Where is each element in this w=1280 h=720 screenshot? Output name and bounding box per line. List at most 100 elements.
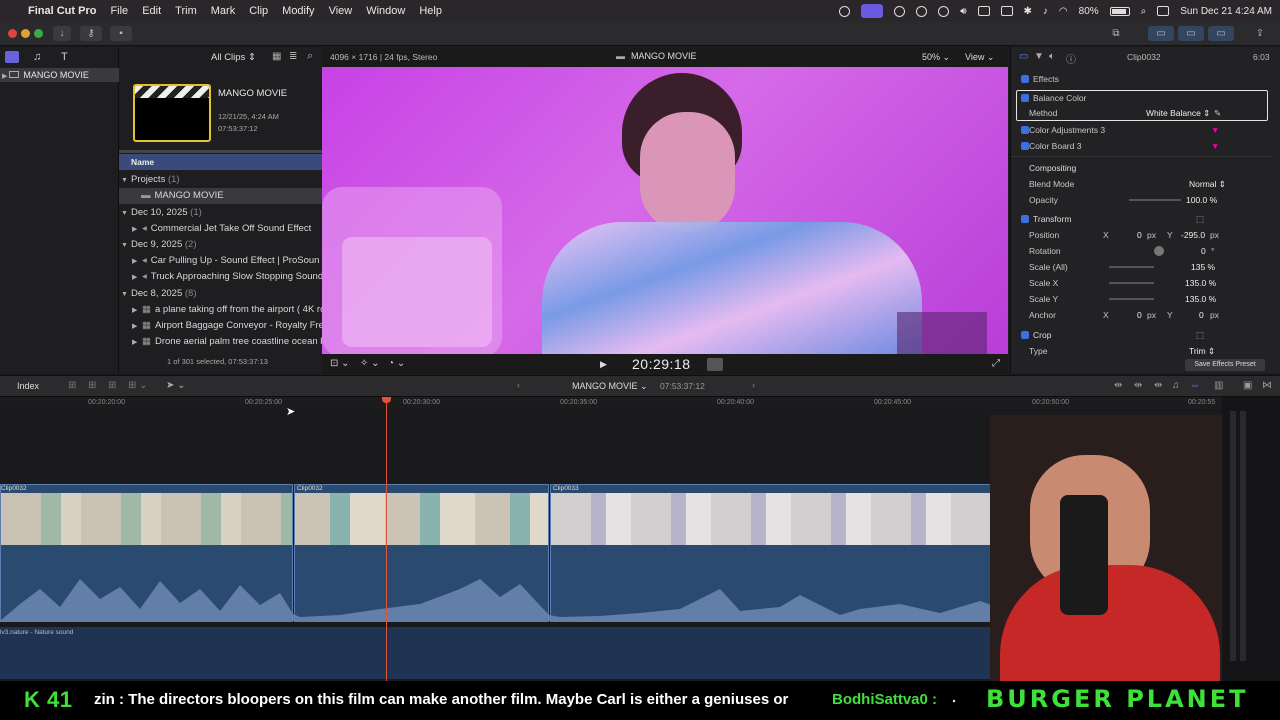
- blend-mode-dropdown[interactable]: Normal ⇕: [1189, 176, 1226, 192]
- enhance-icon[interactable]: ✧ ⌄: [360, 358, 380, 369]
- import-icon[interactable]: ↓: [53, 26, 71, 41]
- video-inspector-tab[interactable]: ▭: [1019, 51, 1028, 62]
- scale-all-value[interactable]: 135 %: [1191, 259, 1215, 275]
- search-icon[interactable]: ⌕: [307, 50, 313, 63]
- inspector-layout-icon[interactable]: ▭: [1208, 26, 1234, 41]
- save-effects-preset-button[interactable]: Save Effects Preset: [1185, 359, 1265, 371]
- audio-clip-nature[interactable]: lv3.nature - Nature sound: [0, 627, 1100, 679]
- message-icon[interactable]: [1000, 6, 1013, 16]
- connect-clip-icon[interactable]: ⊞: [68, 380, 76, 391]
- info-inspector-tab[interactable]: ⓘ: [1066, 51, 1076, 66]
- volume-icon[interactable]: 🔊︎: [960, 6, 966, 17]
- clip-filter-dropdown[interactable]: All Clips ⇕: [211, 52, 256, 63]
- opacity-slider[interactable]: [1129, 199, 1181, 201]
- anchor-y-value[interactable]: 0: [1199, 307, 1204, 323]
- screen-record-icon[interactable]: [861, 4, 884, 18]
- timeline-project-dropdown[interactable]: MANGO MOVIE ⌄: [572, 381, 648, 392]
- color-board-checkbox[interactable]: [1021, 142, 1029, 150]
- group-dec9[interactable]: ▼ Dec 9, 2025 (2): [119, 237, 322, 253]
- group-dec10[interactable]: ▼ Dec 10, 2025 (1): [119, 205, 322, 221]
- share-icon[interactable]: ⧉: [1106, 26, 1126, 41]
- menu-window[interactable]: Window: [366, 5, 405, 17]
- clip-appearance-icon[interactable]: ▥: [1214, 380, 1223, 391]
- next-history-icon[interactable]: ›: [752, 380, 755, 390]
- fullscreen-icon[interactable]: ⤢: [992, 358, 1000, 369]
- transitions-browser-icon[interactable]: ⋈: [1262, 380, 1272, 391]
- keyword-icon[interactable]: ⚷: [80, 26, 102, 41]
- balance-color-checkbox[interactable]: [1021, 94, 1029, 102]
- method-dropdown[interactable]: White Balance ⇕: [1146, 105, 1210, 121]
- menu-mark[interactable]: Mark: [211, 5, 235, 17]
- list-item[interactable]: ▶ ◂ Truck Approaching Slow Stopping Sound: [119, 269, 322, 285]
- zoom-window-button[interactable]: [34, 29, 43, 38]
- display-icon[interactable]: [977, 6, 990, 16]
- minimize-window-button[interactable]: [21, 29, 30, 38]
- list-item[interactable]: ▶ ▦ Drone aerial palm tree coastline ocean…: [119, 334, 322, 350]
- color-wheel-icon[interactable]: ▼: [1211, 122, 1219, 138]
- group-dec8[interactable]: ▼ Dec 8, 2025 (8): [119, 286, 322, 302]
- menu-file[interactable]: File: [110, 5, 128, 17]
- position-y-value[interactable]: -295.0: [1181, 227, 1205, 243]
- timeline-tracks[interactable]: Clip0032 Clip0032 Clip0033 lv3.nature - …: [0, 397, 1222, 681]
- battery-icon[interactable]: [1109, 6, 1130, 16]
- library-item[interactable]: ▶ MANGO MOVIE: [0, 68, 119, 82]
- list-view-icon[interactable]: ≣: [289, 51, 297, 62]
- compositing-header[interactable]: Compositing: [1011, 160, 1280, 176]
- crop-checkbox[interactable]: [1021, 331, 1029, 339]
- opacity-value[interactable]: 100.0 %: [1186, 192, 1217, 208]
- color-board-row[interactable]: Color Board 3 ▼: [1011, 138, 1280, 154]
- color-board-icon[interactable]: ▼: [1211, 138, 1219, 154]
- rotation-value[interactable]: 0: [1201, 243, 1206, 259]
- viewer-timecode[interactable]: 20:29:18: [632, 356, 691, 372]
- list-item[interactable]: ▬ MANGO MOVIE: [119, 188, 322, 204]
- scale-all-slider[interactable]: [1109, 266, 1154, 268]
- menu-trim[interactable]: Trim: [175, 5, 197, 17]
- effects-browser-icon[interactable]: ▣: [1243, 380, 1252, 391]
- name-column-header[interactable]: Name: [119, 154, 322, 170]
- snapping-icon[interactable]: ⇔: [1190, 380, 1200, 391]
- library-tab-icon[interactable]: [5, 51, 19, 63]
- titles-tab-icon[interactable]: T: [61, 51, 75, 63]
- menu-edit[interactable]: Edit: [142, 5, 161, 17]
- video-frame[interactable]: [322, 67, 1008, 354]
- crop-type-dropdown[interactable]: Trim ⇕: [1189, 343, 1215, 359]
- speed-icon[interactable]: ◔ ⌄: [388, 358, 405, 369]
- list-item[interactable]: ▶ ◂ Commercial Jet Take Off Sound Effect: [119, 221, 322, 237]
- control-center-icon[interactable]: [1157, 6, 1170, 16]
- anchor-x-value[interactable]: 0: [1137, 307, 1142, 323]
- position-x-value[interactable]: 0: [1137, 227, 1142, 243]
- overwrite-clip-icon[interactable]: ⊞ ⌄: [128, 380, 148, 391]
- insert-clip-icon[interactable]: ⊞: [88, 380, 96, 391]
- skimming-icon[interactable]: ⇹: [1134, 380, 1142, 391]
- crop-onscreen-icon[interactable]: ⬚: [1196, 327, 1204, 343]
- play-status-icon[interactable]: [938, 5, 950, 17]
- audio-skimming-icon[interactable]: ⇹: [1154, 380, 1162, 391]
- menu-modify[interactable]: Modify: [282, 5, 314, 17]
- clock[interactable]: Sun Dec 21 4:24 AM: [1180, 6, 1272, 17]
- bluetooth-icon[interactable]: ✱: [1024, 6, 1032, 17]
- select-tool-icon[interactable]: ➤ ⌄: [166, 380, 186, 391]
- list-item[interactable]: ▶ ◂ Car Pulling Up - Sound Effect | ProSou…: [119, 253, 322, 269]
- scale-x-slider[interactable]: [1109, 282, 1154, 284]
- group-projects[interactable]: ▼ Projects (1): [119, 172, 322, 188]
- filmstrip-view-icon[interactable]: ▦: [272, 51, 281, 62]
- menu-help[interactable]: Help: [419, 5, 442, 17]
- timeline-ruler[interactable]: 00:20:20:00 00:20:25:00 00:20:30:00 00:2…: [0, 397, 1222, 409]
- color-inspector-tab[interactable]: ▼: [1034, 51, 1044, 62]
- crop-row[interactable]: Crop ⬚: [1011, 327, 1280, 343]
- app-menu[interactable]: Final Cut Pro: [28, 5, 96, 17]
- timeline-layout-icon[interactable]: ▭: [1178, 26, 1204, 41]
- transform-row[interactable]: Transform ⬚: [1011, 211, 1280, 227]
- view-dropdown[interactable]: View ⌄: [965, 52, 994, 63]
- list-item[interactable]: ▶ ▦ a plane taking off from the airport ( …: [119, 302, 322, 318]
- scale-y-slider[interactable]: [1109, 298, 1154, 300]
- scale-y-value[interactable]: 135.0 %: [1185, 291, 1216, 307]
- audio-inspector-tab[interactable]: 🔈︎: [1049, 51, 1055, 62]
- photos-tab-icon[interactable]: ♫: [33, 51, 47, 63]
- balance-color-row[interactable]: Balance Color: [1011, 90, 1280, 106]
- zoom-dropdown[interactable]: 50% ⌄: [922, 52, 950, 63]
- share-export-icon[interactable]: ⇪: [1252, 26, 1268, 41]
- status-icon-3[interactable]: [916, 5, 928, 17]
- menu-view[interactable]: View: [329, 5, 353, 17]
- append-clip-icon[interactable]: ⊞: [108, 380, 116, 391]
